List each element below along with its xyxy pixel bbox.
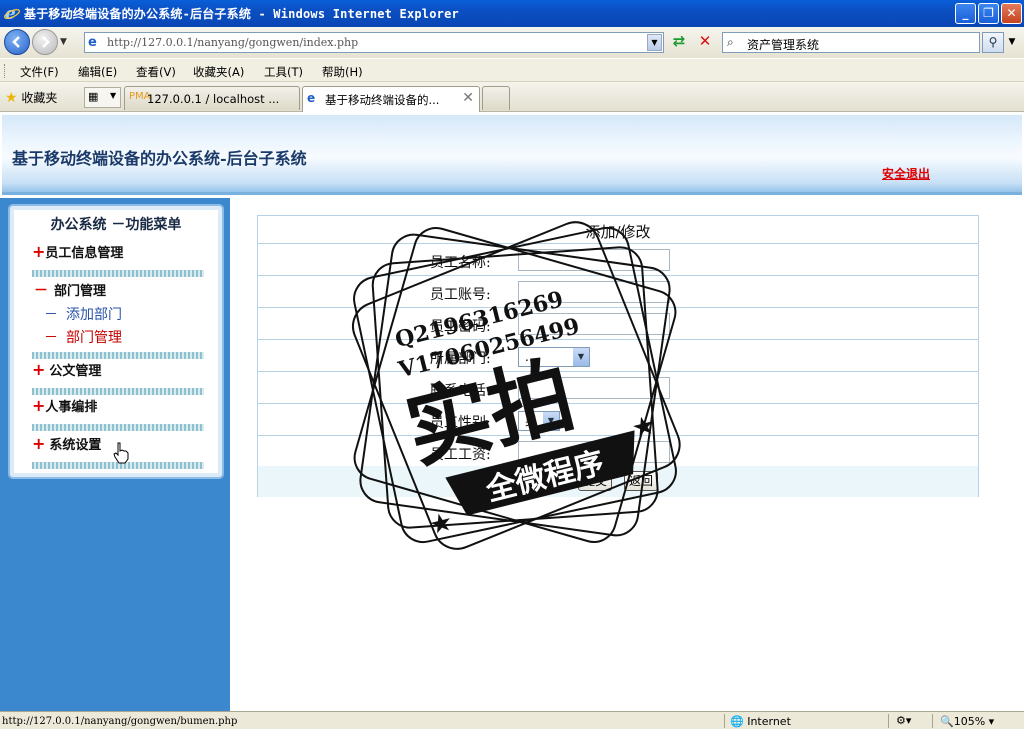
menu-help[interactable]: 帮助(H) [322,64,363,80]
search-provider-icon: ⌕ [727,35,734,49]
menu-view[interactable]: 查看(V) [136,64,176,80]
gender-select[interactable]: 男 ▼ [518,411,560,431]
phone-input[interactable] [518,377,670,399]
address-url-text: http://127.0.0.1/nanyang/gongwen/index.p… [107,36,359,49]
status-separator [932,714,933,728]
menu-documents[interactable]: + 公文管理 [32,360,101,379]
status-separator [888,714,889,728]
submenu-department-management[interactable]: －部门管理 [44,327,122,347]
menu-divider [32,352,204,359]
form-actions: 提交 返回 [258,466,978,497]
department-select[interactable]: ... ▼ [518,347,590,367]
zoom-level[interactable]: 🔍105% ▾ [940,715,994,728]
globe-icon: 🌐 [730,715,744,728]
close-window-button[interactable]: ✕ [1001,3,1022,24]
form-row-name: 员工名称: [258,244,978,276]
form-row-password: 员工密码: [258,308,978,340]
stop-button[interactable]: ✕ [694,32,716,53]
tab-localhost[interactable]: PMA 127.0.0.1 / localhost ... [124,86,300,110]
star-icon: ★ [5,90,18,106]
submenu-add-department[interactable]: －添加部门 [44,304,122,324]
address-input[interactable]: e http://127.0.0.1/nanyang/gongwen/index… [84,32,664,53]
status-bar: http://127.0.0.1/nanyang/gongwen/bumen.p… [0,711,1024,729]
window-titlebar: e 基于移动终端设备的办公系统-后台子系统 - Windows Internet… [0,0,1024,27]
recent-pages-dropdown[interactable]: ▼ [60,37,67,47]
toolbar-grip [4,64,7,78]
internet-explorer-icon: e [3,4,21,22]
main-content: 添加/修改 员工名称: 员工账号: 员工密码: 所属部门: ... ▼ 联系电话… [230,198,1024,711]
ie-page-icon: e [88,35,97,50]
refresh-button[interactable]: ⇄ [668,32,690,53]
form-caption-row [258,216,978,244]
back-button[interactable]: 返回 [624,471,658,491]
employee-name-input[interactable] [518,249,670,271]
submit-button[interactable]: 提交 [578,471,612,491]
form-row-account: 员工账号: [258,276,978,308]
search-button[interactable]: ⚲ [982,32,1004,53]
menu-bar: 文件(F) 编辑(E) 查看(V) 收藏夹(A) 工具(T) 帮助(H) [0,58,1024,82]
menu-divider [32,388,204,395]
status-separator [724,714,725,728]
security-zone[interactable]: 🌐 Internet [730,715,791,728]
form-row-phone: 联系电话: [258,372,978,404]
search-input[interactable]: ⌕ 资产管理系统 [722,32,980,53]
employee-account-input[interactable] [518,281,670,303]
new-tab-button[interactable] [482,86,510,110]
address-toolbar: ▼ e http://127.0.0.1/nanyang/gongwen/ind… [0,27,1024,58]
menu-divider [32,424,204,431]
employee-form: 添加/修改 员工名称: 员工账号: 员工密码: 所属部门: ... ▼ 联系电话… [257,215,979,497]
menu-settings[interactable]: + 系统设置 [32,434,101,453]
tab-bar: ★ 收藏夹 ▦ ▼ PMA 127.0.0.1 / localhost ... … [0,82,1024,112]
menu-department[interactable]: －部门管理 [34,280,106,300]
menu-edit[interactable]: 编辑(E) [78,64,117,80]
minimize-button[interactable]: _ [955,3,976,24]
search-options-dropdown[interactable]: ▼ [1005,32,1019,53]
menu-employee-info[interactable]: +员工信息管理 [32,242,123,261]
salary-input[interactable] [518,441,670,463]
forward-button[interactable] [32,29,58,55]
ie-page-icon: e [307,91,316,105]
page-header: 基于移动终端设备的办公系统-后台子系统 安全退出 [2,115,1022,195]
chevron-down-icon: ▼ [543,412,559,430]
tab-office-system[interactable]: e 基于移动终端设备的... ✕ [302,86,480,112]
zoom-icon: 🔍 [940,715,954,728]
function-menu: 办公系统 －功能菜单 +员工信息管理 －部门管理 －添加部门 －部门管理 + 公文… [8,204,224,479]
chevron-down-icon: ▼ [573,348,589,366]
back-button[interactable] [4,29,30,55]
page-title: 基于移动终端设备的办公系统-后台子系统 [12,149,307,168]
chevron-down-icon: ▼ [110,91,117,100]
form-row-gender: 员工性别: 男 ▼ [258,404,978,436]
menu-file[interactable]: 文件(F) [20,64,59,80]
quick-tabs-button[interactable]: ▦ ▼ [84,87,121,108]
favorites-button[interactable]: ★ 收藏夹 [5,89,57,106]
status-url: http://127.0.0.1/nanyang/gongwen/bumen.p… [2,716,238,727]
employee-password-input[interactable] [518,313,670,335]
menu-divider [32,270,204,277]
form-row-department: 所属部门: ... ▼ [258,340,978,372]
search-icon: ⚲ [988,35,998,49]
menu-personnel[interactable]: +人事编排 [32,396,97,415]
web-page: 基于移动终端设备的办公系统-后台子系统 安全退出 办公系统 －功能菜单 +员工信… [0,112,1024,711]
restore-button[interactable]: ❐ [978,3,999,24]
arrow-left-icon [12,36,20,48]
address-dropdown-button[interactable]: ▼ [647,34,662,51]
protected-mode-icon[interactable]: ⚙▾ [896,714,911,727]
close-tab-icon[interactable]: ✕ [462,90,474,106]
menu-heading: 办公系统 －功能菜单 [50,217,182,233]
form-row-salary: 员工工资: [258,436,978,468]
arrow-right-icon [42,36,50,48]
hand-cursor-icon [113,442,129,464]
logout-link[interactable]: 安全退出 [882,165,930,182]
window-title: 基于移动终端设备的办公系统-后台子系统 - Windows Internet E… [24,7,459,21]
grid-icon: ▦ [88,90,99,103]
menu-favorites[interactable]: 收藏夹(A) [193,64,244,80]
menu-tools[interactable]: 工具(T) [264,64,303,80]
